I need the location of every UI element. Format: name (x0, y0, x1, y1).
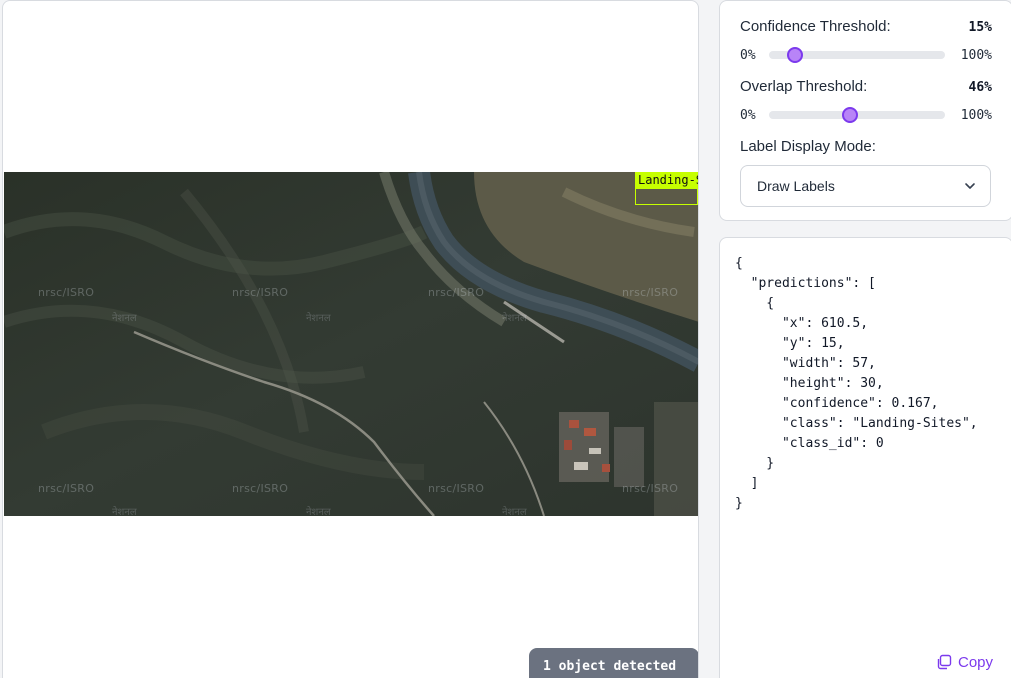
overlap-slider[interactable] (769, 107, 945, 123)
chevron-down-icon (965, 183, 975, 189)
copy-button-label: Copy (958, 653, 994, 671)
confidence-slider-thumb[interactable] (787, 47, 804, 63)
watermark: nrsc/ISRO (428, 482, 485, 495)
confidence-max-label: 100% (960, 48, 992, 63)
confidence-slider[interactable] (769, 47, 945, 63)
watermark-sub: नेशनल (306, 507, 331, 516)
watermark-sub: नेशनल (112, 507, 137, 516)
overlap-threshold-value: 46% (968, 80, 992, 95)
watermark: nrsc/ISRO (428, 286, 485, 299)
overlap-max-label: 100% (960, 108, 992, 123)
json-output-panel: { "predictions": [ { "x": 610.5, "y": 15… (719, 237, 1011, 678)
detection-count-badge: 1 object detected (529, 648, 698, 678)
detection-bounding-box (635, 188, 698, 205)
overlap-min-label: 0% (740, 108, 756, 123)
watermark-sub: नेशनल (306, 313, 331, 324)
label-display-mode-value: Draw Labels (757, 178, 835, 194)
satellite-image: nrsc/ISRO nrsc/ISRO nrsc/ISRO nrsc/ISRO … (4, 172, 698, 516)
watermark: nrsc/ISRO (232, 286, 289, 299)
watermark: nrsc/ISRO (38, 482, 95, 495)
json-output: { "predictions": [ { "x": 610.5, "y": 15… (735, 256, 978, 511)
app-root: nrsc/ISRO nrsc/ISRO nrsc/ISRO nrsc/ISRO … (0, 0, 1011, 678)
watermark: nrsc/ISRO (232, 482, 289, 495)
copy-icon (937, 654, 952, 670)
label-display-mode-label: Label Display Mode: (740, 138, 876, 155)
watermark: nrsc/ISRO (38, 286, 95, 299)
watermark: nrsc/ISRO (622, 286, 679, 299)
overlap-slider-thumb[interactable] (841, 107, 858, 123)
confidence-threshold-value: 15% (968, 20, 992, 35)
copy-button[interactable]: Copy (936, 652, 993, 672)
confidence-threshold-label: Confidence Threshold: (740, 18, 891, 35)
overlap-threshold-label: Overlap Threshold: (740, 78, 868, 95)
image-preview-panel: nrsc/ISRO nrsc/ISRO nrsc/ISRO nrsc/ISRO … (2, 0, 699, 678)
detection-label: Landing-Sites (635, 172, 698, 188)
watermark-sub: नेशनल (502, 313, 527, 324)
watermark-sub: नेशनल (502, 507, 527, 516)
settings-panel: Confidence Threshold: 15% 0% 100% Overla… (719, 0, 1011, 221)
watermark-sub: नेशनल (112, 313, 137, 324)
satellite-terrain (4, 172, 698, 516)
label-display-mode-select[interactable]: Draw Labels (740, 165, 991, 207)
watermark: nrsc/ISRO (622, 482, 679, 495)
confidence-min-label: 0% (740, 48, 756, 63)
